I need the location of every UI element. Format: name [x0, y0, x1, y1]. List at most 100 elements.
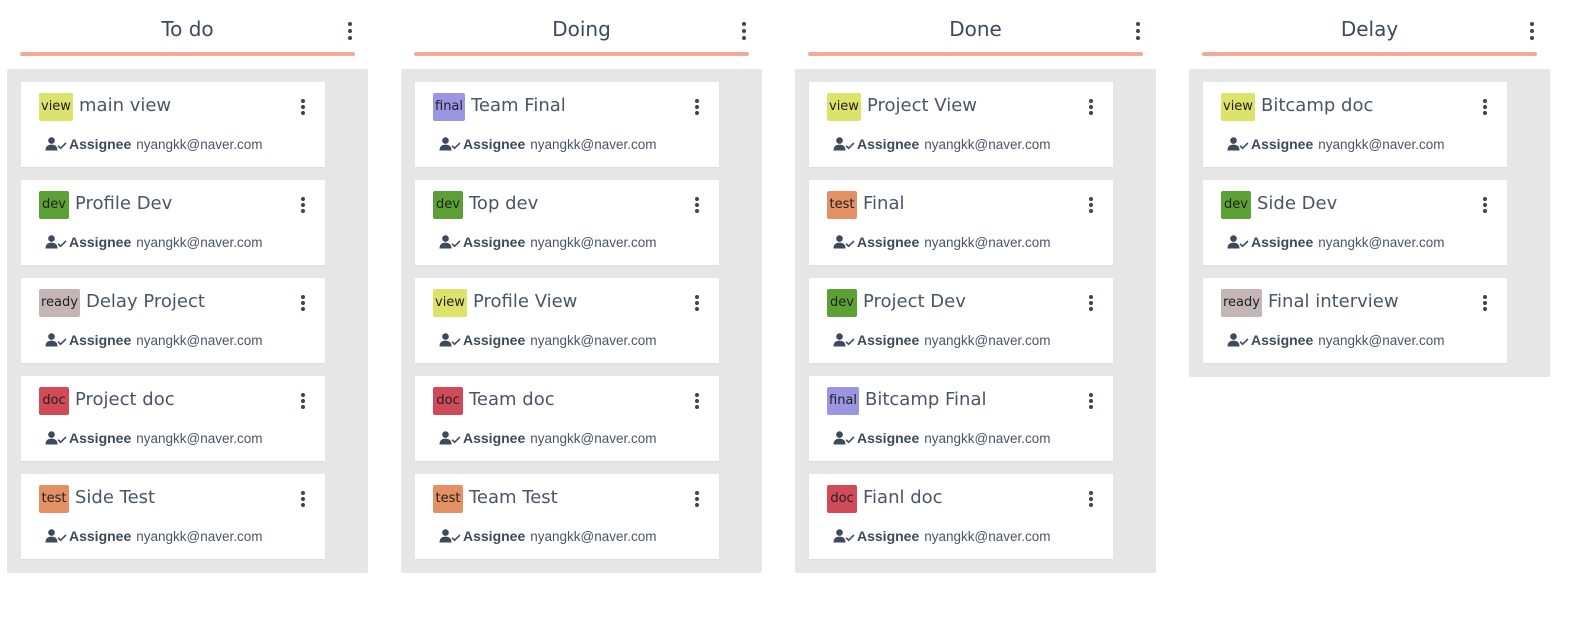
task-card[interactable]: view Bitcamp doc Assignee nyangkk@naver.com — [1203, 82, 1507, 167]
card-menu-button[interactable] — [691, 98, 703, 116]
card-menu-button[interactable] — [1085, 98, 1097, 116]
vertical-dots-icon — [301, 99, 305, 103]
column-delay: Delay view Bitcamp doc Assignee nyangkk@nave… — [1189, 0, 1550, 377]
assignee-label: Assignee — [463, 430, 526, 446]
task-card[interactable]: doc Team doc Assignee nyangkk@naver.com — [415, 376, 719, 461]
assignee-label: Assignee — [463, 136, 526, 152]
card-menu-button[interactable] — [297, 392, 309, 410]
task-tag: view — [433, 289, 467, 317]
assignee-email: nyangkk@naver.com — [136, 528, 263, 544]
card-menu-button[interactable] — [1479, 294, 1491, 312]
task-card[interactable]: dev Side Dev Assignee nyangkk@naver.com — [1203, 180, 1507, 265]
column-card-list: view main view Assignee nyangkk@naver.com de… — [7, 69, 368, 573]
card-menu-button[interactable] — [1085, 196, 1097, 214]
vertical-dots-icon — [1483, 295, 1487, 299]
task-card[interactable]: dev Project Dev Assignee nyangkk@naver.com — [809, 278, 1113, 363]
column-done: Done view Project View Assignee nyangkk@nave… — [795, 0, 1156, 573]
card-menu-button[interactable] — [691, 196, 703, 214]
task-card[interactable]: doc Project doc Assignee nyangkk@naver.com — [21, 376, 325, 461]
assignee-email: nyangkk@naver.com — [924, 136, 1051, 152]
user-check-icon — [833, 235, 855, 249]
card-menu-button[interactable] — [691, 294, 703, 312]
task-tag: doc — [827, 485, 857, 513]
task-title: Final interview — [1268, 291, 1399, 312]
vertical-dots-icon — [695, 99, 699, 103]
assignee-label: Assignee — [463, 528, 526, 544]
column-header: Done — [795, 0, 1156, 60]
task-card[interactable]: view Profile View Assignee nyangkk@naver.co… — [415, 278, 719, 363]
assignee-label: Assignee — [1251, 136, 1314, 152]
column-menu-button[interactable] — [1524, 20, 1540, 42]
column-menu-button[interactable] — [342, 20, 358, 42]
card-menu-button[interactable] — [297, 98, 309, 116]
user-check-icon — [45, 431, 67, 445]
assignee-email: nyangkk@naver.com — [924, 234, 1051, 250]
task-card[interactable]: final Bitcamp Final Assignee nyangkk@naver.… — [809, 376, 1113, 461]
assignee-row: Assignee nyangkk@naver.com — [439, 527, 657, 545]
task-title: Bitcamp doc — [1261, 95, 1374, 116]
assignee-label: Assignee — [1251, 234, 1314, 250]
task-card[interactable]: view main view Assignee nyangkk@naver.com — [21, 82, 325, 167]
card-menu-button[interactable] — [1085, 392, 1097, 410]
vertical-dots-icon — [1483, 197, 1487, 201]
card-menu-button[interactable] — [297, 196, 309, 214]
assignee-row: Assignee nyangkk@naver.com — [1227, 135, 1445, 153]
card-menu-button[interactable] — [1085, 294, 1097, 312]
task-card[interactable]: ready Delay Project Assignee nyangkk@naver.… — [21, 278, 325, 363]
task-title: Top dev — [469, 193, 539, 214]
vertical-dots-icon — [1089, 491, 1093, 495]
column-to-do: To do view main view Assignee nyangkk@naver.… — [7, 0, 368, 573]
assignee-label: Assignee — [857, 332, 920, 348]
assignee-email: nyangkk@naver.com — [924, 430, 1051, 446]
assignee-label: Assignee — [857, 234, 920, 250]
task-card[interactable]: doc Fianl doc Assignee nyangkk@naver.com — [809, 474, 1113, 559]
task-card[interactable]: final Team Final Assignee nyangkk@naver.com — [415, 82, 719, 167]
vertical-dots-icon — [695, 393, 699, 397]
assignee-email: nyangkk@naver.com — [136, 136, 263, 152]
assignee-row: Assignee nyangkk@naver.com — [833, 331, 1051, 349]
assignee-label: Assignee — [69, 528, 132, 544]
assignee-email: nyangkk@naver.com — [1318, 136, 1445, 152]
card-menu-button[interactable] — [297, 490, 309, 508]
user-check-icon — [45, 235, 67, 249]
task-card[interactable]: view Project View Assignee nyangkk@naver.co… — [809, 82, 1113, 167]
vertical-dots-icon — [1136, 22, 1140, 26]
column-menu-button[interactable] — [736, 20, 752, 42]
assignee-row: Assignee nyangkk@naver.com — [439, 331, 657, 349]
card-menu-button[interactable] — [297, 294, 309, 312]
card-menu-button[interactable] — [1479, 196, 1491, 214]
vertical-dots-icon — [695, 491, 699, 495]
user-check-icon — [439, 431, 461, 445]
task-card[interactable]: dev Top dev Assignee nyangkk@naver.com — [415, 180, 719, 265]
user-check-icon — [1227, 235, 1249, 249]
card-menu-button[interactable] — [1479, 98, 1491, 116]
task-title: Team Final — [471, 95, 566, 116]
column-header: To do — [7, 0, 368, 60]
task-card[interactable]: test Team Test Assignee nyangkk@naver.com — [415, 474, 719, 559]
kanban-board: To do view main view Assignee nyangkk@naver.… — [0, 0, 1577, 624]
assignee-label: Assignee — [69, 234, 132, 250]
card-menu-button[interactable] — [691, 490, 703, 508]
task-card[interactable]: ready Final interview Assignee nyangkk@nave… — [1203, 278, 1507, 363]
task-card[interactable]: test Side Test Assignee nyangkk@naver.com — [21, 474, 325, 559]
task-title: Side Test — [75, 487, 156, 508]
task-card[interactable]: dev Profile Dev Assignee nyangkk@naver.com — [21, 180, 325, 265]
card-menu-button[interactable] — [1085, 490, 1097, 508]
column-menu-button[interactable] — [1130, 20, 1146, 42]
card-menu-button[interactable] — [691, 392, 703, 410]
column-title: Doing — [552, 17, 611, 41]
vertical-dots-icon — [1483, 99, 1487, 103]
task-tag: final — [827, 387, 860, 415]
vertical-dots-icon — [1089, 295, 1093, 299]
task-card[interactable]: test Final Assignee nyangkk@naver.com — [809, 180, 1113, 265]
assignee-row: Assignee nyangkk@naver.com — [1227, 331, 1445, 349]
column-underline — [1202, 52, 1537, 56]
assignee-label: Assignee — [463, 332, 526, 348]
assignee-row: Assignee nyangkk@naver.com — [439, 429, 657, 447]
assignee-label: Assignee — [857, 430, 920, 446]
assignee-row: Assignee nyangkk@naver.com — [45, 233, 263, 251]
task-tag: ready — [1221, 289, 1262, 317]
assignee-row: Assignee nyangkk@naver.com — [833, 527, 1051, 545]
column-header: Doing — [401, 0, 762, 60]
task-title: Team Test — [469, 487, 558, 508]
